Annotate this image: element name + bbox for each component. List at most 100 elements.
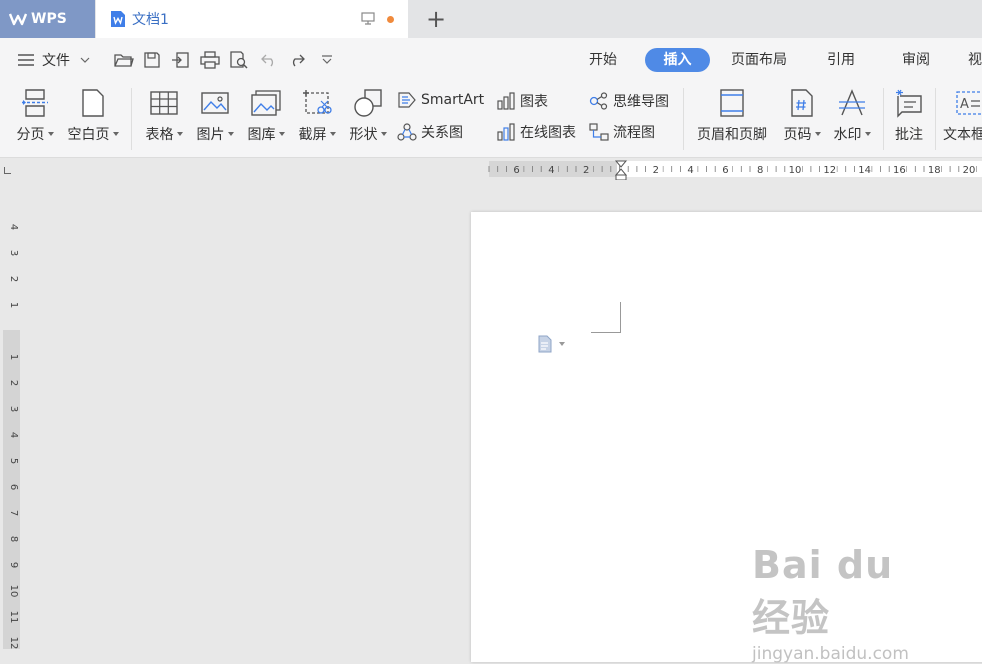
ruler-number: 2 xyxy=(8,276,19,282)
wps-tab-label: WPS xyxy=(31,11,67,27)
print-preview-icon[interactable] xyxy=(228,49,250,71)
ruler-number: 12 xyxy=(8,637,19,649)
ruler-number: 2 xyxy=(583,165,589,176)
tab-references[interactable]: 引用 xyxy=(818,48,864,72)
shapes-button[interactable]: 形状 xyxy=(345,86,391,144)
wps-home-tab[interactable]: WPS xyxy=(0,0,95,38)
insert-ribbon: 分页 空白页 表格 图片 图库 截屏 形状 SmartArt 关系图 图表 在线… xyxy=(0,82,982,158)
textbox-button[interactable]: A 文本框 xyxy=(943,86,982,144)
blank-page-icon xyxy=(64,86,122,120)
flowchart-icon xyxy=(589,123,609,141)
dropdown-caret-icon xyxy=(864,132,871,136)
gallery-button[interactable]: 图库 xyxy=(243,86,289,144)
dropdown-caret-icon xyxy=(814,132,821,136)
gallery-icon xyxy=(243,86,289,120)
ruler-number: 1 xyxy=(8,354,19,360)
gallery-label: 图库 xyxy=(247,127,276,143)
writer-document-icon xyxy=(111,11,125,27)
export-pdf-icon[interactable] xyxy=(170,49,192,71)
online-chart-icon xyxy=(497,123,515,141)
header-footer-button[interactable]: 页眉和页脚 xyxy=(692,86,772,144)
relation-chart-button[interactable]: 关系图 xyxy=(397,122,463,142)
svg-text:A: A xyxy=(960,97,969,112)
vertical-ruler[interactable]: 4321123456789101112 xyxy=(0,180,20,649)
tab-home[interactable]: 开始 xyxy=(580,48,626,72)
open-folder-icon[interactable] xyxy=(113,49,135,71)
tab-page-layout[interactable]: 页面布局 xyxy=(724,48,794,72)
page-number-label: 页码 xyxy=(783,127,812,143)
ruler-number: 12 xyxy=(823,165,836,176)
print-icon[interactable] xyxy=(199,49,221,71)
textbox-icon: A xyxy=(943,86,982,120)
dropdown-caret-icon xyxy=(278,132,285,136)
screenshot-label: 截屏 xyxy=(298,127,327,143)
ruler-number: 3 xyxy=(8,406,19,412)
online-chart-button[interactable]: 在线图表 xyxy=(496,122,576,142)
online-chart-label: 在线图表 xyxy=(520,125,576,141)
ruler-number: 10 xyxy=(8,585,19,598)
shapes-label: 形状 xyxy=(349,127,378,143)
customize-toolbar-icon[interactable] xyxy=(316,49,338,71)
flowchart-button[interactable]: 流程图 xyxy=(589,122,655,142)
watermark-button[interactable]: 水印 xyxy=(829,86,875,144)
page-break-icon xyxy=(12,86,58,120)
redo-icon[interactable] xyxy=(286,49,308,71)
smartart-button[interactable]: SmartArt xyxy=(397,91,484,109)
header-footer-icon xyxy=(692,86,772,120)
ribbon-separator xyxy=(683,88,684,150)
tab-review[interactable]: 审阅 xyxy=(893,48,939,72)
save-icon[interactable] xyxy=(141,49,163,71)
menu-bar: 文件 开始 插入 页面布局 引用 审阅 视 xyxy=(0,38,982,82)
ruler-number: 2 xyxy=(8,380,19,386)
blank-page-label: 空白页 xyxy=(67,127,110,143)
ruler-number: 2 xyxy=(653,165,659,176)
blank-page-button[interactable]: 空白页 xyxy=(64,86,122,144)
ribbon-separator xyxy=(883,88,884,150)
flowchart-label: 流程图 xyxy=(613,125,655,141)
smartart-label: SmartArt xyxy=(421,92,485,108)
dropdown-caret-icon xyxy=(227,132,234,136)
ruler-number: 4 xyxy=(687,165,693,176)
chart-button[interactable]: 图表 xyxy=(496,91,548,111)
monitor-icon[interactable] xyxy=(361,12,375,25)
paste-options-button[interactable] xyxy=(537,335,565,353)
screenshot-icon xyxy=(294,86,340,120)
ruler-number: 11 xyxy=(8,611,19,624)
mind-map-icon xyxy=(589,92,608,110)
document-page[interactable] xyxy=(471,212,982,662)
new-tab-plus-icon[interactable]: + xyxy=(424,6,448,32)
ruler-number: 6 xyxy=(513,165,519,176)
comment-label: 批注 xyxy=(895,127,923,143)
undo-icon[interactable] xyxy=(258,49,280,71)
picture-button[interactable]: 图片 xyxy=(192,86,238,144)
hamburger-menu-icon xyxy=(18,54,34,66)
file-menu-button[interactable]: 文件 xyxy=(18,50,90,70)
page-break-button[interactable]: 分页 xyxy=(12,86,58,144)
shapes-icon xyxy=(345,86,391,120)
table-icon xyxy=(141,86,187,120)
dropdown-caret-icon xyxy=(176,132,183,136)
screenshot-button[interactable]: 截屏 xyxy=(294,86,340,144)
ruler-number: 4 xyxy=(8,432,19,438)
mind-map-button[interactable]: 思维导图 xyxy=(589,91,669,111)
picture-icon xyxy=(192,86,238,120)
tab-view[interactable]: 视 xyxy=(968,48,982,72)
relation-chart-icon xyxy=(397,123,417,141)
table-button[interactable]: 表格 xyxy=(141,86,187,144)
comment-button[interactable]: 批注 xyxy=(890,86,928,144)
title-bar: WPS 文档1 + xyxy=(0,0,982,38)
bar-chart-icon xyxy=(497,92,515,110)
horizontal-ruler[interactable]: 6 4 2 2 4 6 8 10 12 14 16 18 20 xyxy=(0,158,982,180)
page-number-button[interactable]: 页码 xyxy=(779,86,825,144)
dropdown-caret-icon xyxy=(47,132,54,136)
tab-insert[interactable]: 插入 xyxy=(645,48,710,72)
smartart-icon xyxy=(398,92,416,108)
ruler-number: 20 xyxy=(963,165,976,176)
ruler-number: 4 xyxy=(548,165,554,176)
ruler-number: 18 xyxy=(928,165,941,176)
document-tab-title: 文档1 xyxy=(132,12,169,28)
document-tab[interactable]: 文档1 xyxy=(96,0,408,38)
watermark-label: 水印 xyxy=(833,127,862,143)
watermark-icon xyxy=(829,86,875,120)
ruler-number: 1 xyxy=(8,302,19,308)
